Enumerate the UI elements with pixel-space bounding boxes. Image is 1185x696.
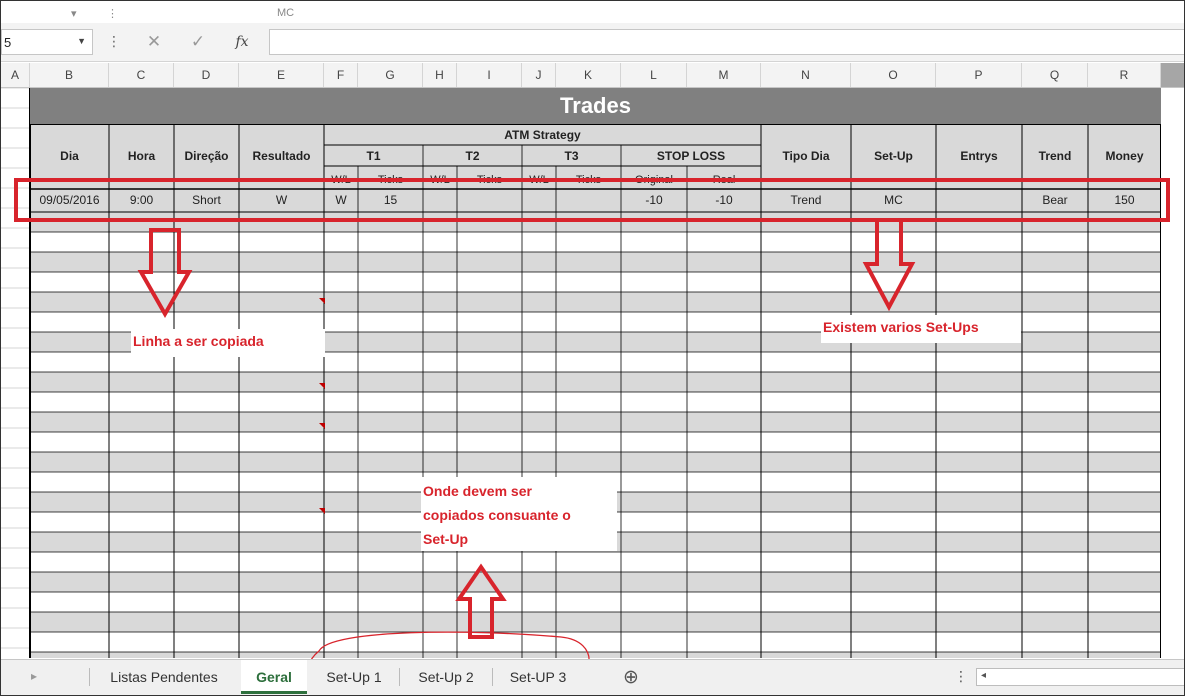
insert-function-icon[interactable]: fx <box>227 29 257 55</box>
header-setup[interactable]: Set-Up <box>851 125 936 188</box>
header-dia[interactable]: Dia <box>30 125 109 188</box>
row-setup[interactable]: MC <box>851 190 936 210</box>
name-box-value: 5 <box>4 35 12 50</box>
more-options-icon[interactable]: ⋮ <box>954 668 968 685</box>
tab-scroll-right-icon[interactable]: ▸ <box>31 669 37 683</box>
row-money[interactable]: 150 <box>1088 190 1161 210</box>
cancel-icon[interactable]: ✕ <box>139 29 169 55</box>
column-header-B[interactable]: B <box>30 63 109 87</box>
column-header-C[interactable]: C <box>109 63 174 87</box>
header-t1[interactable]: T1 <box>324 146 423 166</box>
header-resultado[interactable]: Resultado <box>239 125 324 188</box>
column-header-O[interactable]: O <box>851 63 936 87</box>
annotation-onde-line3: Set-Up <box>423 531 469 547</box>
row-resultado[interactable]: W <box>239 190 324 210</box>
formula-bar: 5 ▼ ⋮ ✕ ✓ fx <box>1 23 1184 62</box>
column-header-A[interactable]: A <box>1 63 30 87</box>
subheader-t1-ticks[interactable]: Ticks <box>358 172 423 188</box>
column-header-F[interactable]: F <box>324 63 358 87</box>
subheader-t1-wl[interactable]: W/L <box>324 172 358 188</box>
subheader-real[interactable]: Real <box>687 172 761 188</box>
row-dia[interactable]: 09/05/2016 <box>30 190 109 210</box>
annotation-existem-setups: Existem varios Set-Ups <box>821 315 1021 343</box>
ghost-formula-text: MC <box>277 7 295 19</box>
header-t3[interactable]: T3 <box>522 146 621 166</box>
column-header-I[interactable]: I <box>457 63 522 87</box>
tab-setup-2[interactable]: Set-Up 2 <box>401 660 491 694</box>
header-atm-strategy[interactable]: ATM Strategy <box>324 125 761 145</box>
column-headers: ABCDEFGHIJKLMNOPQR <box>1 63 1184 88</box>
tab-separator <box>89 668 90 686</box>
column-header-M[interactable]: M <box>687 63 761 87</box>
name-box[interactable]: 5 ▼ <box>1 29 93 55</box>
add-sheet-icon[interactable]: ⊕ <box>623 666 639 689</box>
column-header-E[interactable]: E <box>239 63 324 87</box>
column-header-R[interactable]: R <box>1088 63 1161 87</box>
row-hora[interactable]: 9:00 <box>109 190 174 210</box>
row-sl-real[interactable]: -10 <box>687 190 761 210</box>
annotation-onde-line1: Onde devem ser <box>423 483 532 499</box>
column-header-L[interactable]: L <box>621 63 687 87</box>
header-t2[interactable]: T2 <box>423 146 522 166</box>
tab-listas-pendentes[interactable]: Listas Pendentes <box>91 660 237 694</box>
top-strip: ▾ ⋮ MC <box>1 1 1184 23</box>
annotation-onde-copiar: Onde devem ser copiados consuante o Set-… <box>421 477 617 551</box>
header-hora[interactable]: Hora <box>109 125 174 188</box>
column-header-K[interactable]: K <box>556 63 621 87</box>
tab-separator <box>399 668 400 686</box>
annotation-onde-line2: copiados consuante o <box>423 507 571 523</box>
subheader-t3-wl[interactable]: W/L <box>522 172 556 188</box>
subheader-t3-ticks[interactable]: Ticks <box>556 172 621 188</box>
header-trend[interactable]: Trend <box>1022 125 1088 188</box>
more-options-icon[interactable]: ⋮ <box>107 33 121 50</box>
enter-icon[interactable]: ✓ <box>183 29 213 55</box>
column-header-Q[interactable]: Q <box>1022 63 1088 87</box>
column-header-H[interactable]: H <box>423 63 457 87</box>
header-stop-loss[interactable]: STOP LOSS <box>621 146 761 166</box>
tab-geral[interactable]: Geral <box>241 660 307 694</box>
row-direcao[interactable]: Short <box>174 190 239 210</box>
worksheet-grid[interactable]: Trades Dia Hora Direção Resultado ATM St… <box>1 88 1161 658</box>
chevron-down-icon[interactable]: ▼ <box>77 36 86 46</box>
row-sl-original[interactable]: -10 <box>621 190 687 210</box>
column-header-N[interactable]: N <box>761 63 851 87</box>
header-direcao[interactable]: Direção <box>174 125 239 188</box>
annotation-linha-copiada: Linha a ser copiada <box>131 329 325 357</box>
column-header-D[interactable]: D <box>174 63 239 87</box>
scroll-left-icon[interactable]: ◂ <box>981 670 986 681</box>
header-money[interactable]: Money <box>1088 125 1161 188</box>
row-trend[interactable]: Bear <box>1022 190 1088 210</box>
table-title[interactable]: Trades <box>30 88 1161 124</box>
column-header-J[interactable]: J <box>522 63 556 87</box>
column-header-G[interactable]: G <box>358 63 423 87</box>
ghost-dots-icon: ⋮ <box>107 8 118 20</box>
excel-window: ▾ ⋮ MC 5 ▼ ⋮ ✕ ✓ fx ABCDEFGHIJKLMNOPQR T… <box>0 0 1185 696</box>
vertical-scrollbar-top[interactable] <box>1161 63 1184 87</box>
row-t1-ticks[interactable]: 15 <box>358 190 423 210</box>
subheader-t2-ticks[interactable]: Ticks <box>457 172 522 188</box>
subheader-original[interactable]: Original <box>621 172 687 188</box>
row-t1-wl[interactable]: W <box>324 190 358 210</box>
subheader-t2-wl[interactable]: W/L <box>423 172 457 188</box>
tab-separator <box>492 668 493 686</box>
ghost-dropdown-icon: ▾ <box>71 8 77 20</box>
header-tipo-dia[interactable]: Tipo Dia <box>761 125 851 188</box>
tab-setup-3[interactable]: Set-UP 3 <box>494 660 582 694</box>
formula-input[interactable] <box>269 29 1184 55</box>
sheet-tabs-bar: ▸ Listas Pendentes Geral Set-Up 1 Set-Up… <box>1 659 1184 695</box>
column-header-P[interactable]: P <box>936 63 1022 87</box>
row-tipo-dia[interactable]: Trend <box>761 190 851 210</box>
horizontal-scrollbar[interactable]: ◂ <box>976 668 1184 686</box>
tab-setup-1[interactable]: Set-Up 1 <box>311 660 397 694</box>
header-entrys[interactable]: Entrys <box>936 125 1022 188</box>
